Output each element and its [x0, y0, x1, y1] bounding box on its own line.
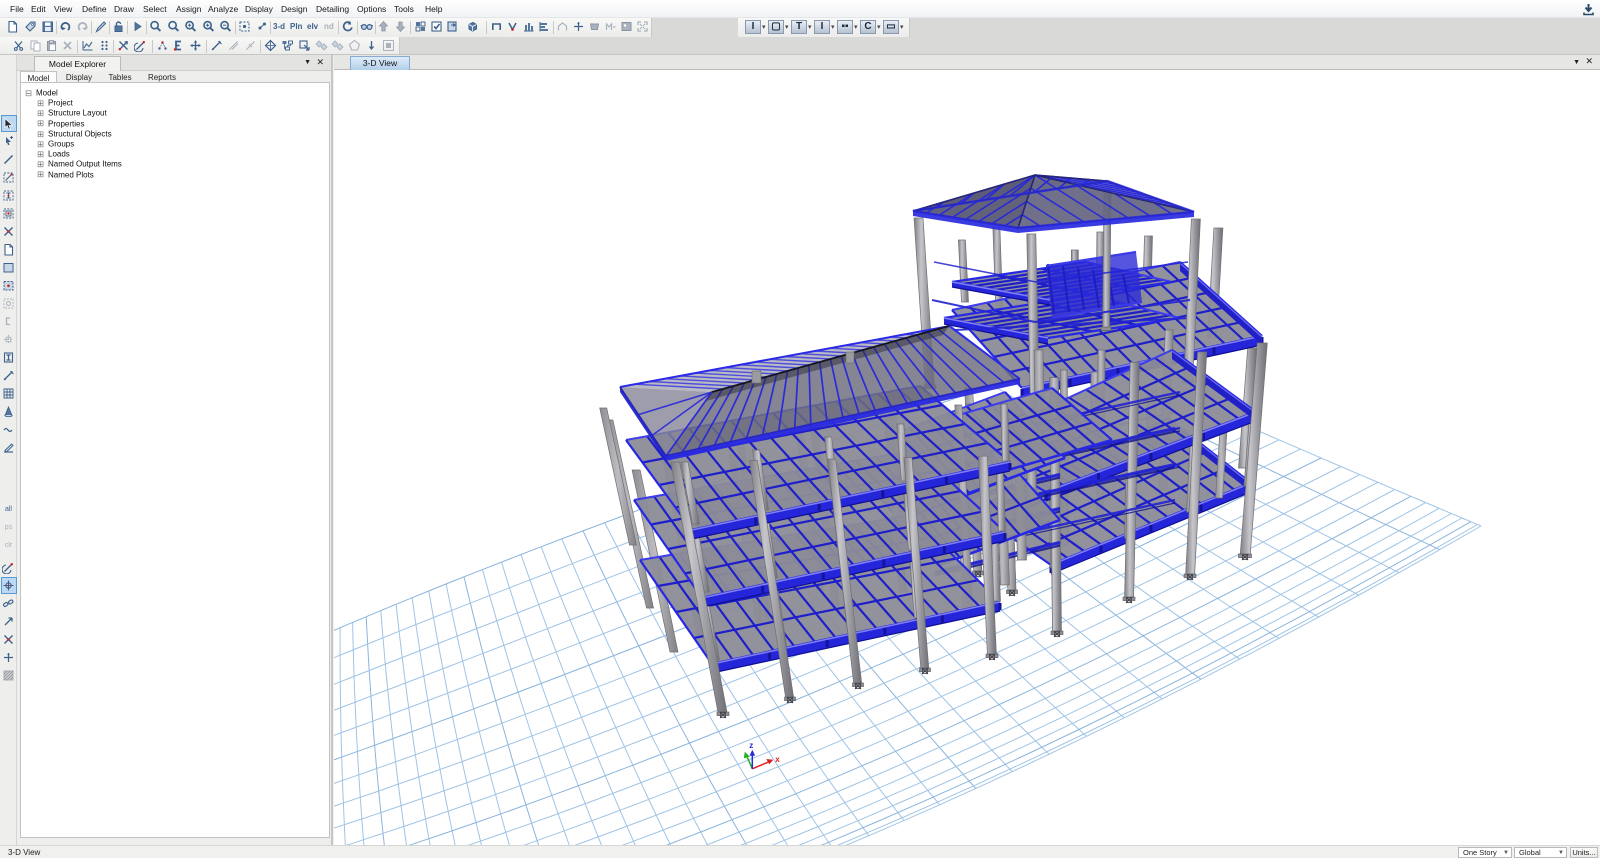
svg-text:z: z	[749, 741, 753, 750]
svg-text:x: x	[775, 755, 780, 764]
